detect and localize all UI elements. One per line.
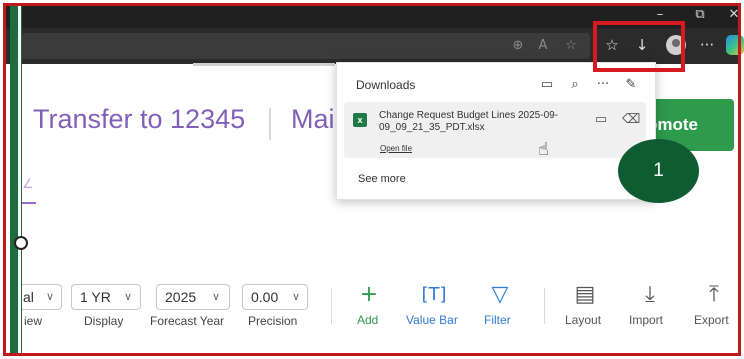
page-title: Transfer to 12345 bbox=[33, 104, 246, 134]
read-aloud-icon[interactable]: A bbox=[535, 38, 551, 54]
title-divider bbox=[269, 108, 271, 140]
delete-icon[interactable]: ⌫ bbox=[622, 111, 640, 129]
add-button-label[interactable]: Add bbox=[357, 313, 378, 327]
address-bar[interactable] bbox=[20, 33, 590, 59]
toolbar-divider bbox=[544, 288, 545, 324]
plus-icon[interactable]: + bbox=[355, 281, 383, 309]
step-callout: 1 bbox=[618, 139, 699, 203]
filter-button-label[interactable]: Filter bbox=[484, 313, 511, 327]
zoom-icon[interactable]: ⊕ bbox=[510, 38, 526, 54]
filter-icon[interactable]: ▽ bbox=[486, 281, 514, 309]
see-more-link[interactable]: See more bbox=[358, 173, 406, 185]
layout-button-label[interactable]: Layout bbox=[565, 313, 601, 327]
precision-caption: Precision bbox=[248, 314, 298, 328]
more-icon[interactable]: ··· bbox=[696, 34, 718, 56]
close-button[interactable]: ✕ bbox=[724, 6, 744, 24]
active-tab-indicator bbox=[22, 202, 36, 204]
chevron-down-icon: ∨ bbox=[124, 290, 133, 303]
export-icon[interactable]: ⤒ bbox=[700, 281, 728, 309]
display-caption: Display bbox=[84, 314, 124, 328]
import-icon[interactable]: ⤓ bbox=[636, 281, 664, 309]
downloads-title: Downloads bbox=[356, 78, 416, 92]
toolbar-divider bbox=[331, 288, 332, 324]
open-folder-icon[interactable]: ▭ bbox=[538, 76, 556, 94]
pin-icon[interactable]: ✎ bbox=[622, 76, 640, 94]
left-divider-line bbox=[18, 6, 21, 356]
value-bar-icon[interactable]: [T] bbox=[420, 281, 448, 309]
open-file-link[interactable]: Open file bbox=[380, 144, 412, 153]
search-icon[interactable]: ⌕ bbox=[566, 76, 584, 94]
view-caption: iew bbox=[24, 314, 43, 328]
chevron-down-icon: ∨ bbox=[212, 290, 221, 303]
download-file-name: Change Request Budget Lines 2025-09-09_0… bbox=[379, 110, 559, 133]
downloads-highlight-annotation bbox=[593, 21, 685, 72]
copilot-icon[interactable] bbox=[726, 35, 744, 55]
collapse-chevron-icon[interactable]: ∠ bbox=[22, 176, 34, 192]
forecast-year-caption: Forecast Year bbox=[150, 314, 225, 328]
page-subtitle-partial: Mai bbox=[291, 104, 335, 134]
show-in-folder-icon[interactable]: ▭ bbox=[592, 111, 610, 129]
tab-underline bbox=[193, 63, 335, 66]
chevron-down-icon: ∨ bbox=[46, 290, 55, 303]
favorite-icon[interactable]: ☆ bbox=[563, 38, 579, 54]
hand-cursor-icon: ☝ bbox=[538, 139, 549, 160]
excel-file-icon: x bbox=[353, 113, 367, 127]
more-options-icon[interactable]: ··· bbox=[594, 76, 612, 94]
layout-icon[interactable]: ▤ bbox=[571, 281, 599, 309]
chevron-down-icon: ∨ bbox=[292, 290, 301, 303]
restore-button[interactable]: ⧉ bbox=[690, 6, 710, 24]
value-bar-button-label[interactable]: Value Bar bbox=[406, 313, 458, 327]
import-button-label[interactable]: Import bbox=[629, 313, 663, 327]
drag-handle[interactable] bbox=[14, 236, 28, 250]
export-button-label[interactable]: Export bbox=[694, 313, 729, 327]
